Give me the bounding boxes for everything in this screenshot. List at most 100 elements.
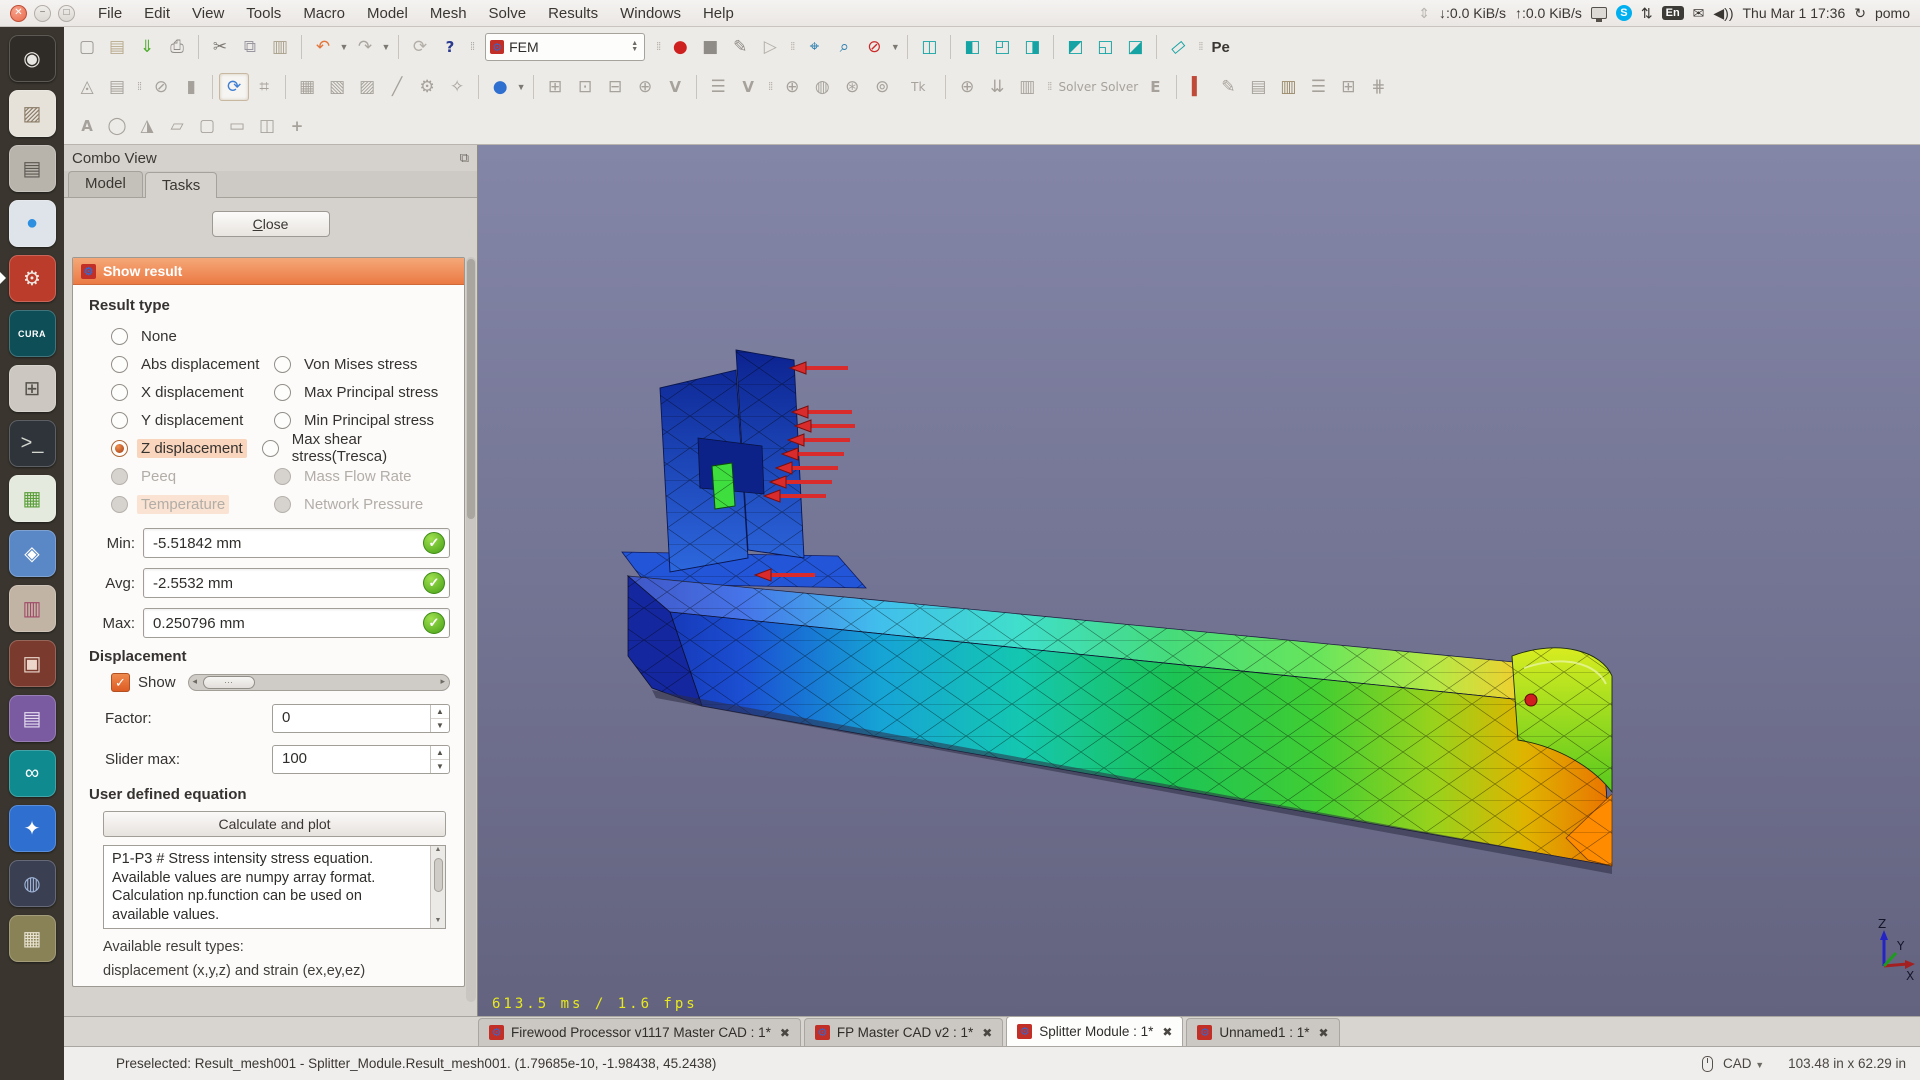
window-close-button[interactable]: ✕ xyxy=(10,5,27,22)
front-view-icon[interactable]: ◧ xyxy=(957,33,987,61)
save-icon[interactable]: ⇓ xyxy=(132,33,162,61)
blue-dot-app-icon[interactable]: ● xyxy=(9,200,56,247)
redo-icon[interactable]: ↷ xyxy=(350,33,380,61)
menu-mesh[interactable]: Mesh xyxy=(419,3,478,24)
radio-max-shear-stress-tresca-[interactable] xyxy=(262,440,279,457)
mesh-clear-icon[interactable]: ✧ xyxy=(442,73,472,101)
tab-close-icon[interactable]: ✖ xyxy=(982,1026,992,1040)
web-globe-icon[interactable]: ◍ xyxy=(9,860,56,907)
menu-model[interactable]: Model xyxy=(356,3,419,24)
open-file-icon[interactable]: ▤ xyxy=(102,33,132,61)
scroll-thumb[interactable] xyxy=(434,858,443,892)
clock[interactable]: Thu Mar 1 17:36 xyxy=(1743,5,1846,21)
skype-icon[interactable]: S xyxy=(1616,5,1632,21)
tab-close-icon[interactable]: ✖ xyxy=(780,1026,790,1040)
scroll-up-icon[interactable]: ▲ xyxy=(435,846,442,857)
left-view-icon[interactable]: ◪ xyxy=(1120,33,1150,61)
radio-network-pressure[interactable] xyxy=(274,496,291,513)
workbench-selector[interactable]: FEM▲▼ xyxy=(485,33,645,61)
nav-style-selector[interactable]: CAD ▼ xyxy=(1723,1056,1764,1071)
zoom-icon[interactable]: ⌕ xyxy=(829,33,859,61)
tab-model[interactable]: Model xyxy=(68,171,143,197)
keyboard-layout-badge[interactable]: En xyxy=(1662,6,1684,20)
radio-label[interactable]: Y displacement xyxy=(137,411,247,430)
sheet-icon[interactable]: ▤ xyxy=(1243,73,1273,101)
displacement-slider[interactable]: ◂ ⋯ ▸ xyxy=(188,674,450,691)
right-view-icon[interactable]: ◨ xyxy=(1017,33,1047,61)
measure-icon[interactable]: ▭ xyxy=(1158,27,1199,68)
splash-app-icon[interactable]: ✦ xyxy=(9,805,56,852)
menu-help[interactable]: Help xyxy=(692,3,745,24)
dash-home-icon[interactable]: ◉ xyxy=(9,35,56,82)
factor-up-icon[interactable]: ▲ xyxy=(431,705,449,719)
draw-style-dropdown[interactable]: ▼ xyxy=(889,42,901,52)
window-maximize-button[interactable]: □ xyxy=(58,5,75,22)
menu-results[interactable]: Results xyxy=(537,3,609,24)
radio-label[interactable]: Peeq xyxy=(137,467,180,486)
draw-style-icon[interactable]: ⊘ xyxy=(859,33,889,61)
cylinder-icon[interactable]: ▭ xyxy=(222,112,252,140)
macro-stop-icon[interactable]: ■ xyxy=(695,33,725,61)
macro-play-icon[interactable]: ▷ xyxy=(755,33,785,61)
document-tab[interactable]: Unnamed1 : 1*✖ xyxy=(1186,1018,1339,1046)
thermometer-icon[interactable]: ▍ xyxy=(1183,73,1213,101)
result-mesh1-icon[interactable]: ⊞ xyxy=(540,73,570,101)
window-minimize-button[interactable]: − xyxy=(34,5,51,22)
radio-label[interactable]: Von Mises stress xyxy=(300,355,421,374)
freecad-icon[interactable]: ⚙ xyxy=(9,255,56,302)
calculate-plot-button[interactable]: Calculate and plot xyxy=(103,811,446,837)
macro-record-icon[interactable]: ● xyxy=(665,33,695,61)
spreadsheet-icon[interactable]: ▦ xyxy=(9,475,56,522)
network-icon[interactable] xyxy=(1591,7,1607,19)
box-icon[interactable]: ▢ xyxy=(192,112,222,140)
constraint-force-icon[interactable]: ⊕ xyxy=(630,73,660,101)
close-task-button[interactable]: Close xyxy=(212,211,330,237)
equation-text[interactable]: P1-P3 # Stress intensity stress equation… xyxy=(104,846,430,928)
top-view-icon[interactable]: ◰ xyxy=(987,33,1017,61)
field-value-input[interactable]: 0.250796 mm✓ xyxy=(143,608,450,638)
align-icon[interactable]: ☰ xyxy=(1303,73,1333,101)
constraint-dropdown[interactable]: ▼ xyxy=(515,82,527,92)
archive-manager-icon[interactable]: ▤ xyxy=(9,145,56,192)
calculator-icon[interactable]: ⊞ xyxy=(9,365,56,412)
menu-macro[interactable]: Macro xyxy=(292,3,356,24)
constraint-pulley-icon[interactable]: ⊚ xyxy=(867,73,897,101)
result-purge-icon[interactable]: ⇊ xyxy=(982,73,1012,101)
volume-icon[interactable]: ◀)) xyxy=(1713,5,1733,22)
indicator-arrows-icon[interactable]: ⇕ xyxy=(1418,5,1430,22)
radio-label[interactable]: Abs displacement xyxy=(137,355,263,374)
solver-calculix-icon[interactable]: Solver xyxy=(1056,73,1098,101)
paste-icon[interactable]: ▥ xyxy=(265,33,295,61)
factor-value[interactable]: 0 xyxy=(273,705,430,732)
result-mesh3-icon[interactable]: ⊟ xyxy=(600,73,630,101)
factor-spinbox[interactable]: 0 ▲▼ xyxy=(272,704,450,733)
mesh-boundary-icon[interactable]: ╱ xyxy=(382,73,412,101)
radio-label[interactable]: Mass Flow Rate xyxy=(300,467,416,486)
workbench-spinner-icon[interactable]: ▲▼ xyxy=(631,41,640,54)
rectangle-icon[interactable]: ▱ xyxy=(162,112,192,140)
media-app-icon[interactable]: ▤ xyxy=(9,695,56,742)
radio-mass-flow-rate[interactable] xyxy=(274,468,291,485)
radio-label[interactable]: None xyxy=(137,327,181,346)
mesh-cylinder-icon[interactable]: ▥ xyxy=(1012,73,1042,101)
radio-y-displacement[interactable] xyxy=(111,412,128,429)
radio-abs-displacement[interactable] xyxy=(111,356,128,373)
bottom-view-icon[interactable]: ◱ xyxy=(1090,33,1120,61)
fit-all-icon[interactable]: ⌖ xyxy=(799,33,829,61)
extrude-icon[interactable]: ◫ xyxy=(252,112,282,140)
cone-icon[interactable]: ◮ xyxy=(132,112,162,140)
radio-label[interactable]: Min Principal stress xyxy=(300,411,438,430)
menu-file[interactable]: File xyxy=(87,3,133,24)
cura-icon[interactable]: CURA xyxy=(9,310,56,357)
circle-icon[interactable]: ◯ xyxy=(102,112,132,140)
solver-elmer-icon[interactable]: E xyxy=(1140,73,1170,101)
post-pipeline-icon[interactable]: ☰ xyxy=(703,73,733,101)
scroll-down-icon[interactable]: ▼ xyxy=(435,917,442,928)
radio-label[interactable]: Max Principal stress xyxy=(300,383,442,402)
radio-max-principal-stress[interactable] xyxy=(274,384,291,401)
paint-app-icon[interactable]: ◈ xyxy=(9,530,56,577)
document-tab[interactable]: Splitter Module : 1*✖ xyxy=(1006,1016,1183,1046)
radio-label[interactable]: Temperature xyxy=(137,495,229,514)
new-file-icon[interactable]: ▢ xyxy=(72,33,102,61)
slider-left-arrow-icon[interactable]: ◂ xyxy=(193,676,198,687)
